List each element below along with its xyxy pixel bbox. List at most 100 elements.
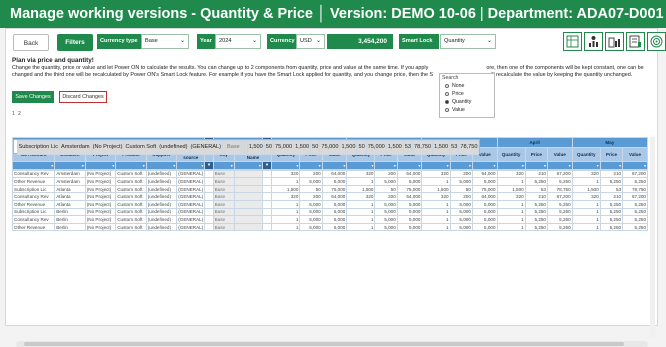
value-cell[interactable]: 5,250 bbox=[622, 177, 648, 186]
price-cell[interactable]: 50 bbox=[310, 139, 321, 155]
price-cell[interactable]: 50 bbox=[449, 184, 473, 194]
quantity-cell[interactable]: 1 bbox=[496, 177, 526, 186]
vertical-scrollbar[interactable] bbox=[650, 137, 655, 337]
filter-dropdown-icon[interactable]: ▾ bbox=[145, 161, 178, 170]
horizontal-scrollbar[interactable] bbox=[16, 341, 648, 347]
filter-dropdown-icon[interactable]: ▾ bbox=[421, 161, 451, 170]
row-group-marker[interactable]: 2 bbox=[18, 111, 21, 117]
price-cell[interactable]: 200 bbox=[374, 169, 398, 179]
filter-dropdown-icon[interactable]: ▾ bbox=[571, 161, 601, 170]
report-grid-icon[interactable] bbox=[563, 32, 582, 51]
price-cell[interactable]: 210 bbox=[599, 192, 624, 201]
price-cell[interactable]: 5,250 bbox=[524, 215, 548, 224]
table-row[interactable]: Other Revenue Berlin (No Project) Custom So… bbox=[11, 222, 648, 232]
price-cell[interactable]: 5,000 bbox=[299, 222, 323, 232]
value-cell[interactable]: 67,200 bbox=[546, 192, 573, 201]
price-cell[interactable]: 5,250 bbox=[599, 199, 624, 209]
filter-dropdown-icon[interactable]: ▾ bbox=[396, 161, 423, 170]
quantity-cell[interactable]: 1 bbox=[271, 215, 301, 224]
quantity-cell[interactable]: 320 bbox=[271, 169, 301, 179]
quantity-cell[interactable]: 320 bbox=[346, 169, 376, 179]
option-none[interactable]: None bbox=[442, 82, 492, 90]
dropdown-search[interactable]: Search bbox=[442, 75, 492, 81]
price-cell[interactable]: 200 bbox=[449, 169, 473, 179]
quantity-cell[interactable]: 1 bbox=[346, 207, 376, 217]
quantity-cell[interactable]: 1 bbox=[571, 207, 601, 217]
value-cell[interactable]: 64,000 bbox=[396, 192, 423, 201]
value-cell[interactable]: 64,000 bbox=[396, 169, 423, 179]
price-cell[interactable]: 5,000 bbox=[449, 222, 473, 232]
spreadsheet-icon[interactable] bbox=[626, 32, 645, 51]
value-cell[interactable]: 5,250 bbox=[546, 207, 573, 217]
row-group-marker[interactable]: 1 bbox=[12, 111, 15, 117]
smart-lock-select[interactable]: Quantity ⌄ bbox=[440, 34, 496, 49]
value-cell[interactable]: 75,000 bbox=[471, 184, 498, 194]
value-cell[interactable]: 67,200 bbox=[546, 169, 573, 179]
value-cell[interactable]: 5,000 bbox=[321, 199, 348, 209]
value-cell[interactable]: 5,000 bbox=[321, 207, 348, 217]
quantity-cell[interactable]: 1 bbox=[271, 199, 301, 209]
option-quantity[interactable]: Quantity bbox=[442, 98, 492, 106]
filter-dropdown-icon[interactable]: ▾ bbox=[84, 161, 117, 170]
quantity-cell[interactable]: 1,500 bbox=[385, 139, 404, 155]
filter-dropdown-icon[interactable]: ▾ bbox=[261, 161, 273, 170]
filter-dropdown-icon[interactable]: ▾ bbox=[449, 161, 473, 170]
value-cell[interactable]: 5,250 bbox=[546, 177, 573, 186]
value-cell[interactable]: 67,200 bbox=[622, 192, 648, 201]
quantity-cell[interactable]: 320 bbox=[346, 192, 376, 201]
quantity-cell[interactable]: 1,500 bbox=[496, 184, 526, 194]
year-select[interactable]: 2024 ⌄ bbox=[215, 34, 261, 49]
value-cell[interactable]: 5,000 bbox=[471, 177, 498, 186]
value-cell[interactable]: 75,000 bbox=[319, 139, 341, 155]
value-cell[interactable]: 5,000 bbox=[471, 207, 498, 217]
filter-dropdown-icon[interactable]: ▾ bbox=[599, 161, 624, 170]
value-cell[interactable]: 5,000 bbox=[396, 177, 423, 186]
filter-dropdown-icon[interactable]: ▾ bbox=[212, 161, 235, 170]
price-cell[interactable]: 210 bbox=[524, 169, 548, 179]
price-cell[interactable]: 5,000 bbox=[374, 199, 398, 209]
price-cell[interactable]: 5,000 bbox=[374, 207, 398, 217]
value-cell[interactable]: 75,000 bbox=[365, 139, 387, 155]
back-button[interactable]: Back bbox=[13, 34, 49, 51]
quantity-cell[interactable]: 1,500 bbox=[571, 184, 601, 194]
price-cell[interactable]: 5,250 bbox=[599, 177, 624, 186]
value-cell[interactable]: 5,000 bbox=[321, 215, 348, 224]
value-cell[interactable]: 5,000 bbox=[396, 199, 423, 209]
price-cell[interactable]: 5,250 bbox=[524, 199, 548, 209]
quantity-cell[interactable]: 1 bbox=[496, 199, 526, 209]
quantity-cell[interactable]: 320 bbox=[421, 192, 451, 201]
price-cell[interactable]: 5,000 bbox=[449, 207, 473, 217]
filter-dropdown-icon[interactable]: ▾ bbox=[321, 161, 348, 170]
table-row[interactable]: Consultancy Rev Atlanta (No Project) Custom… bbox=[11, 192, 648, 201]
filter-dropdown-icon[interactable]: ▾ bbox=[524, 161, 548, 170]
value-cell[interactable]: 5,250 bbox=[546, 215, 573, 224]
quantity-cell[interactable]: 1,500 bbox=[246, 139, 265, 155]
quantity-cell[interactable]: 1 bbox=[571, 177, 601, 186]
value-cell[interactable]: 5,000 bbox=[471, 199, 498, 209]
filter-dropdown-icon[interactable]: ▾ bbox=[346, 161, 376, 170]
quantity-cell[interactable]: 1,500 bbox=[271, 184, 301, 194]
quantity-cell[interactable]: 320 bbox=[421, 169, 451, 179]
budget-line-cell[interactable] bbox=[233, 222, 263, 232]
target-icon[interactable] bbox=[647, 32, 666, 51]
quantity-cell[interactable]: 1 bbox=[571, 199, 601, 209]
value-cell[interactable]: 78,750 bbox=[458, 139, 480, 155]
value-cell[interactable]: 5,000 bbox=[396, 222, 423, 232]
quantity-cell[interactable]: 1 bbox=[346, 222, 376, 232]
price-cell[interactable]: 5,250 bbox=[599, 207, 624, 217]
table-row[interactable]: Subscription Lic Berlin (No Project) Custom… bbox=[11, 207, 648, 217]
quantity-cell[interactable]: 320 bbox=[571, 169, 601, 179]
quantity-cell[interactable]: 1,500 bbox=[293, 139, 312, 155]
filter-dropdown-icon[interactable]: ▾ bbox=[204, 161, 214, 170]
value-cell[interactable]: 5,250 bbox=[622, 215, 648, 224]
table-row[interactable]: Consultancy Rev Berlin (No Project) Custom … bbox=[11, 215, 648, 224]
budget-line-cell[interactable] bbox=[233, 177, 263, 186]
value-cell[interactable]: 75,000 bbox=[396, 184, 423, 194]
price-cell[interactable]: 5,000 bbox=[299, 207, 323, 217]
budget-line-cell[interactable] bbox=[233, 169, 263, 179]
quantity-cell[interactable]: 1 bbox=[346, 215, 376, 224]
quantity-cell[interactable]: 1,500 bbox=[421, 184, 451, 194]
users-chart-icon[interactable] bbox=[584, 32, 603, 51]
price-cell[interactable]: 5,000 bbox=[449, 215, 473, 224]
price-cell[interactable]: 50 bbox=[299, 184, 323, 194]
